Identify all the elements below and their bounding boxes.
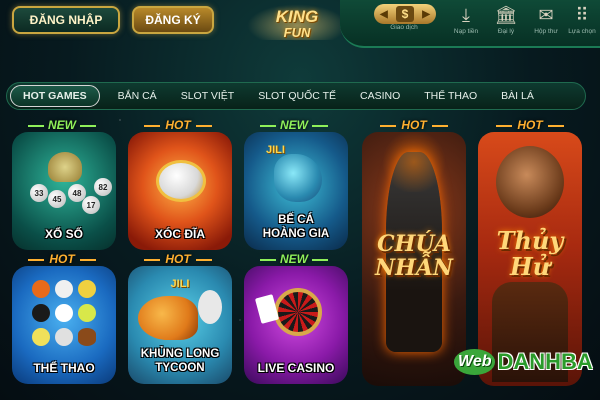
chevron-right-icon: ▶	[422, 8, 430, 20]
hot-badge: HOT	[22, 252, 102, 266]
options-icon: ⠿	[575, 5, 589, 25]
billiard-ball-icon	[32, 304, 50, 322]
tab-bai-la[interactable]: BÀI LÁ	[489, 85, 546, 107]
nav-agent[interactable]: 🏛 Đại lý	[486, 2, 526, 46]
volleyball-icon	[78, 280, 96, 298]
game-title-line1: Thủy	[496, 226, 564, 255]
lottery-ball: 45	[48, 190, 66, 208]
webdanhba-watermark: Web DANHBA	[454, 344, 600, 380]
game-title-line1: BẾ CÁ	[278, 214, 314, 226]
lottery-ball: 82	[94, 178, 112, 196]
hot-badge: HOT	[138, 118, 218, 132]
dinosaur-icon	[138, 296, 198, 340]
logo-text-fun: FUN	[283, 25, 311, 40]
mailbox-icon: ✉	[538, 5, 554, 25]
game-card-live-casino[interactable]: LIVE CASINO	[244, 266, 348, 384]
wallet-toggle[interactable]: ◀ $ ▶	[374, 4, 436, 24]
new-badge: NEW	[22, 118, 102, 132]
game-title-line2: Hử	[509, 252, 551, 281]
basketball-icon	[32, 280, 50, 298]
top-bar: ĐĂNG NHẬP ĐĂNG KÝ KING FUN ◀ $ ▶ Giao dị…	[0, 0, 600, 62]
deposit-icon: ⤓	[462, 5, 470, 25]
game-card-chua-nhan[interactable]: CHÚA NHẪN	[362, 132, 466, 386]
register-button[interactable]: ĐĂNG KÝ	[132, 6, 214, 34]
tennis-ball-icon	[78, 304, 96, 322]
game-title: XÓC ĐĨA	[154, 227, 205, 241]
watermark-danhba-text: DANHBA	[497, 349, 593, 374]
dollar-icon: $	[396, 6, 414, 22]
account-panel: ◀ $ ▶ Giao dịch ⤓ Nạp tiền 🏛 Đại lý ✉ Hộ…	[340, 0, 600, 48]
bird-icon	[198, 290, 222, 324]
chevron-left-icon: ◀	[380, 8, 388, 20]
tab-the-thao[interactable]: THỂ THAO	[412, 85, 489, 107]
game-title-line2: TYCOON	[155, 362, 205, 374]
game-title: BẾ CÁ HOÀNG GIA	[244, 213, 348, 250]
roulette-wheel-icon	[274, 288, 322, 336]
category-tabs: HOT GAMES BẮN CÁ SLOT VIỆT SLOT QUỐC TẾ …	[6, 82, 586, 110]
lottery-ball: 33	[30, 184, 48, 202]
logo-text-king: KING	[275, 7, 319, 26]
watermark-web-text: Web	[454, 349, 496, 375]
game-card-khung-long[interactable]: JILI KHỦNG LONG TYCOON	[128, 266, 232, 384]
game-title: KHỦNG LONG TYCOON	[128, 347, 232, 384]
nav-deposit[interactable]: ⤓ Nạp tiền	[446, 2, 486, 46]
tab-casino[interactable]: CASINO	[348, 85, 412, 107]
lottery-cage-icon	[48, 152, 82, 182]
game-title: LIVE CASINO	[257, 361, 335, 375]
game-title: CHÚA NHẪN	[362, 232, 466, 280]
game-title: THỂ THAO	[33, 361, 95, 375]
agent-icon: 🏛	[494, 5, 518, 25]
baseball-icon	[55, 280, 73, 298]
login-button[interactable]: ĐĂNG NHẬP	[12, 6, 120, 34]
hot-badge: HOT	[490, 118, 570, 132]
tab-ban-ca[interactable]: BẮN CÁ	[106, 85, 169, 107]
nav-mailbox[interactable]: ✉ Hộp thư	[526, 2, 566, 46]
nav-options[interactable]: ⠿ Lựa chọn	[562, 2, 600, 46]
new-badge: NEW	[254, 118, 334, 132]
nav-transaction[interactable]: Giao dịch	[384, 24, 424, 46]
lottery-ball: 17	[82, 196, 100, 214]
game-title-line2: HOÀNG GIA	[262, 228, 330, 240]
game-title-line1: CHÚA	[377, 231, 451, 257]
hot-badge: HOT	[138, 252, 218, 266]
fire-glow	[380, 132, 448, 192]
game-title: XỔ SỐ	[44, 227, 83, 241]
football-icon	[78, 328, 96, 346]
nav-agent-label: Đại lý	[497, 28, 515, 35]
game-title-line1: KHỦNG LONG	[140, 348, 220, 360]
kingfun-logo[interactable]: KING FUN	[247, 0, 347, 50]
warrior-face-icon	[496, 146, 564, 218]
game-title-line2: NHẪN	[374, 255, 454, 281]
ball-icon	[32, 328, 50, 346]
game-card-be-ca[interactable]: JILI BẾ CÁ HOÀNG GIA	[244, 132, 348, 250]
soccer-ball-icon	[55, 304, 73, 322]
tab-slot-quoc-te[interactable]: SLOT QUỐC TẾ	[246, 85, 348, 107]
game-card-the-thao[interactable]: THỂ THAO	[12, 266, 116, 384]
playing-card-icon	[254, 294, 280, 324]
game-title: Thủy Hử	[478, 228, 582, 280]
nav-deposit-label: Nạp tiền	[453, 28, 479, 35]
nav-transaction-label: Giao dịch	[390, 24, 418, 31]
nav-options-label: Lựa chọn	[568, 28, 596, 35]
hot-badge: HOT	[374, 118, 454, 132]
nav-mailbox-label: Hộp thư	[534, 28, 558, 35]
tab-slot-viet[interactable]: SLOT VIỆT	[169, 85, 247, 107]
game-card-xoc-dia[interactable]: XÓC ĐĨA	[128, 132, 232, 250]
tab-hot-games[interactable]: HOT GAMES	[10, 85, 100, 107]
golf-ball-icon	[55, 328, 73, 346]
game-card-xo-so[interactable]: 33 45 48 17 82 XỔ SỐ	[12, 132, 116, 250]
new-badge: NEW	[254, 252, 334, 266]
dice-bowl-icon	[156, 160, 206, 202]
dragon-icon	[274, 154, 322, 202]
